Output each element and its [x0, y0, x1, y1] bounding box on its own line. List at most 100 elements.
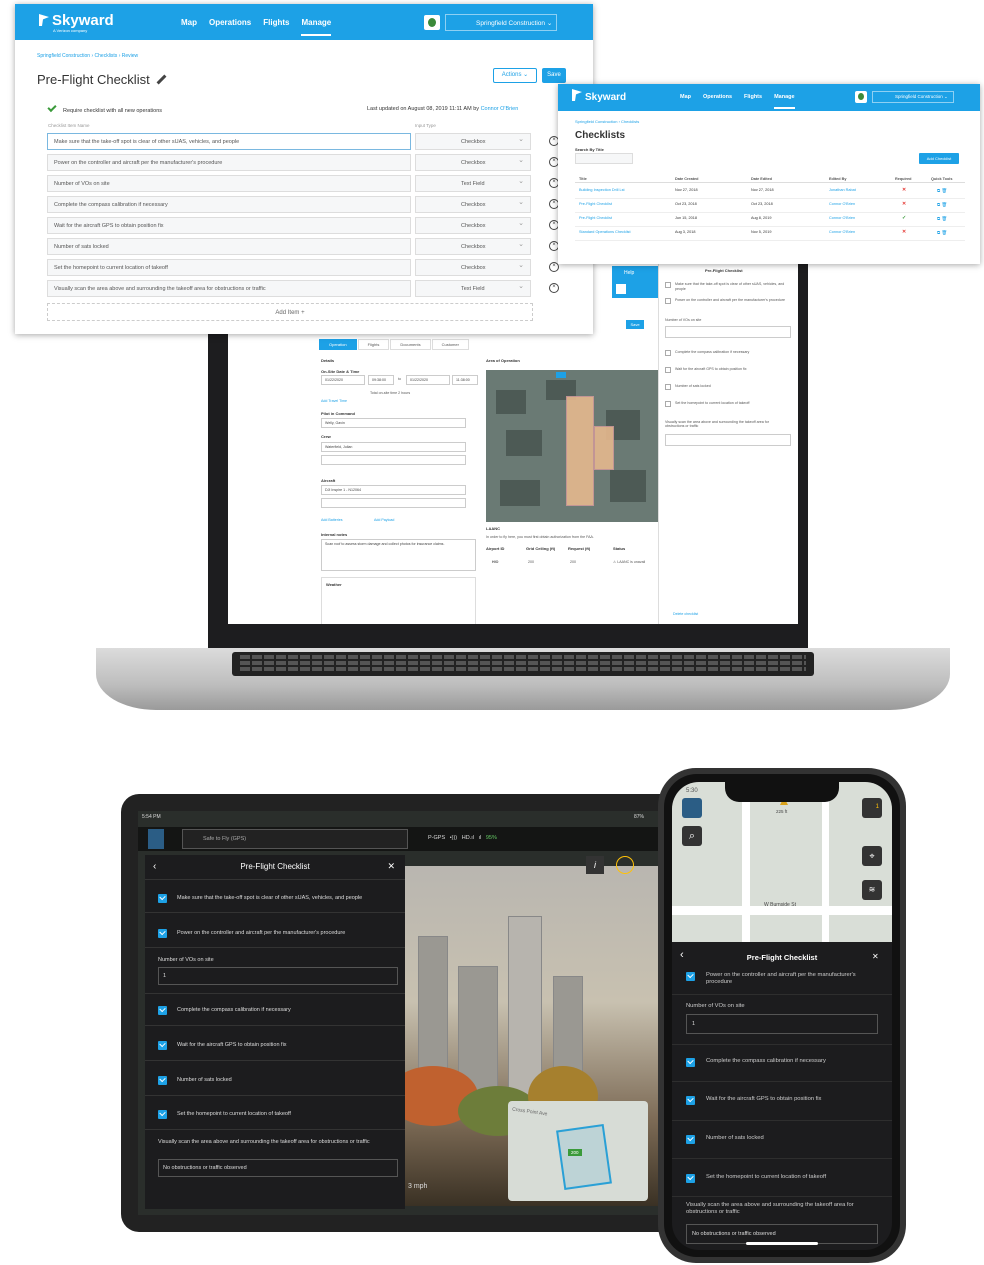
skyward-logo[interactable]: Skyward A Verizon company [39, 12, 114, 33]
vo-input[interactable]: 1 [686, 1014, 878, 1034]
search-input[interactable] [575, 153, 633, 164]
item-name-input[interactable]: Number of sats locked [47, 238, 411, 255]
aircraft-select-empty[interactable] [321, 498, 466, 508]
search-icon[interactable]: ⌕ [682, 826, 702, 846]
scan-input[interactable]: No obstructions or traffic observed [158, 1159, 398, 1177]
add-item-button[interactable]: Add Item + [47, 303, 533, 321]
pic-select[interactable]: Welly, Gavin [321, 418, 466, 428]
tab-flights[interactable]: Flights [357, 339, 390, 350]
save-button[interactable]: Save [542, 68, 566, 83]
skyward-logo[interactable]: Skyward [572, 89, 626, 103]
checklist-item[interactable]: Wait for the aircraft GPS to obtain posi… [158, 1041, 287, 1050]
checklist-item[interactable]: Power on the controller and aircraft per… [158, 929, 345, 938]
nav-manage[interactable]: Manage [301, 18, 332, 36]
nav-flights[interactable]: Flights [744, 94, 762, 100]
side-scan-input[interactable] [665, 434, 791, 446]
input-type-select[interactable]: Checkbox [415, 154, 531, 171]
org-selector[interactable]: Springfield Construction ⌄ [855, 91, 954, 103]
input-type-select[interactable]: Text Field [415, 280, 531, 297]
checklist-item[interactable]: Set the homepoint to current location of… [158, 1110, 291, 1119]
close-icon[interactable]: ✕ [872, 952, 879, 961]
target-icon[interactable] [616, 856, 634, 874]
side-item[interactable]: Number of sats locked [665, 384, 785, 390]
input-type-select[interactable]: Checkbox [415, 196, 531, 213]
edit-pencil-icon[interactable] [156, 74, 167, 85]
phone-map[interactable]: W Burnside St 225 ft [672, 782, 892, 942]
actions-button[interactable]: Actions ⌄ [493, 68, 537, 83]
nav-flights[interactable]: Flights [263, 18, 289, 27]
checklist-item[interactable]: Wait for the aircraft GPS to obtain posi… [686, 1096, 876, 1105]
item-name-input[interactable]: Visually scan the area above and surroun… [47, 280, 411, 297]
safe-to-fly-status[interactable]: Safe to Fly (GPS) [182, 829, 408, 849]
item-name-input[interactable]: Number of VOs on site [47, 175, 411, 192]
item-name-input[interactable]: Make sure that the take-off spot is clea… [47, 133, 411, 150]
nav-operations[interactable]: Operations [703, 94, 732, 100]
breadcrumb[interactable]: Springfield Construction › Checklists › … [37, 53, 593, 59]
table-row[interactable]: Pre-Flight Checklist Jun 15, 2018 Aug 8, 2… [575, 215, 965, 227]
checklist-item[interactable]: Set the homepoint to current location of… [686, 1174, 876, 1183]
checklist-item[interactable]: Power on the controller and aircraft per… [686, 972, 876, 986]
remove-icon[interactable]: × [549, 283, 559, 293]
checklist-item[interactable]: Make sure that the take-off spot is clea… [158, 894, 362, 903]
scan-input[interactable]: No obstructions or traffic observed [686, 1224, 878, 1244]
crew-select[interactable]: Waterfield, Julian [321, 442, 466, 452]
table-row[interactable]: Pre-Flight Checklist Oct 23, 2018 Oct 23, … [575, 201, 965, 213]
side-item[interactable]: Power on the controller and aircraft per… [665, 298, 785, 304]
area-map[interactable] [486, 370, 660, 522]
start-time-input[interactable]: 09:38:00 [368, 375, 394, 385]
tab-customer[interactable]: Customer [431, 339, 469, 350]
nav-manage[interactable]: Manage [774, 94, 795, 109]
tab-documents[interactable]: Documents [390, 339, 431, 350]
add-payload-link[interactable]: Add Payload [374, 518, 394, 522]
end-time-input[interactable]: 11:38:00 [452, 375, 478, 385]
input-type-select[interactable]: Checkbox [415, 259, 531, 276]
layers-icon[interactable]: ≋ [862, 880, 882, 900]
checklist-item[interactable]: Complete the compass calibration if nece… [158, 1006, 291, 1015]
tab-operation[interactable]: Operation [319, 339, 357, 350]
add-checklist-button[interactable]: Add Checklist [919, 153, 959, 164]
crew-select-empty[interactable] [321, 455, 466, 465]
vo-input[interactable]: 1 [158, 967, 398, 985]
back-icon[interactable]: ‹ [680, 949, 684, 961]
delete-checklist-link[interactable]: Delete checklist [673, 612, 698, 616]
add-batteries-link[interactable]: Add Batteries [321, 518, 343, 522]
item-name-input[interactable]: Power on the controller and aircraft per… [47, 154, 411, 171]
aircraft-select[interactable]: DJI Inspire 1 - N12064 [321, 485, 466, 495]
item-name-input[interactable]: Set the homepoint to current location of… [47, 259, 411, 276]
add-travel-link[interactable]: Add Travel Time [321, 399, 347, 403]
require-checkbox[interactable]: Require checklist with all new operation… [47, 102, 162, 114]
checklist-item[interactable]: Number of sats locked [158, 1076, 232, 1085]
side-vo-input[interactable] [665, 326, 791, 338]
info-icon[interactable]: i [586, 856, 604, 874]
nav-map[interactable]: Map [181, 18, 197, 27]
mini-map[interactable]: Cross Point Ave 200 [508, 1101, 648, 1201]
side-item[interactable]: Make sure that the take-off spot is clea… [665, 282, 785, 291]
org-selector[interactable]: Springfield Construction ⌄ [424, 14, 557, 31]
item-name-input[interactable]: Wait for the aircraft GPS to obtain posi… [47, 217, 411, 234]
locate-icon[interactable]: ⌖ [862, 846, 882, 866]
help-link[interactable]: Help [612, 266, 658, 280]
save-button[interactable]: Save [626, 320, 644, 329]
start-date-input[interactable]: 01/22/2020 [321, 375, 365, 385]
table-row[interactable]: Standard Operations Checklist Aug 3, 2018… [575, 229, 965, 241]
notes-textarea[interactable]: Scan roof to assess storm damage and col… [321, 539, 476, 571]
input-type-select[interactable]: Checkbox [415, 133, 531, 150]
input-type-select[interactable]: Checkbox [415, 217, 531, 234]
updated-by-link[interactable]: Connor O'Brien [481, 106, 519, 112]
item-name-input[interactable]: Complete the compass calibration if nece… [47, 196, 411, 213]
nav-map[interactable]: Map [680, 94, 691, 100]
nav-operations[interactable]: Operations [209, 18, 251, 27]
breadcrumb[interactable]: Springfield Construction › Checklists [575, 119, 639, 124]
input-type-select[interactable]: Checkbox [415, 238, 531, 255]
side-item[interactable]: Wait for the aircraft GPS to obtain posi… [665, 367, 785, 373]
input-type-select[interactable]: Text Field [415, 175, 531, 192]
table-row[interactable]: Building Inspection Drill Lst Nov 27, 201… [575, 187, 965, 199]
end-date-input[interactable]: 01/22/2020 [406, 375, 450, 385]
back-icon[interactable]: ‹ [153, 861, 156, 872]
alert-badge[interactable]: 1 [862, 798, 882, 818]
side-item[interactable]: Set the homepoint to current location of… [665, 401, 785, 407]
checklist-item[interactable]: Number of sats locked [686, 1135, 876, 1144]
skyward-flag-icon[interactable] [148, 829, 164, 849]
checklist-item[interactable]: Complete the compass calibration if nece… [686, 1058, 876, 1067]
skyward-flag-icon[interactable] [682, 798, 702, 818]
